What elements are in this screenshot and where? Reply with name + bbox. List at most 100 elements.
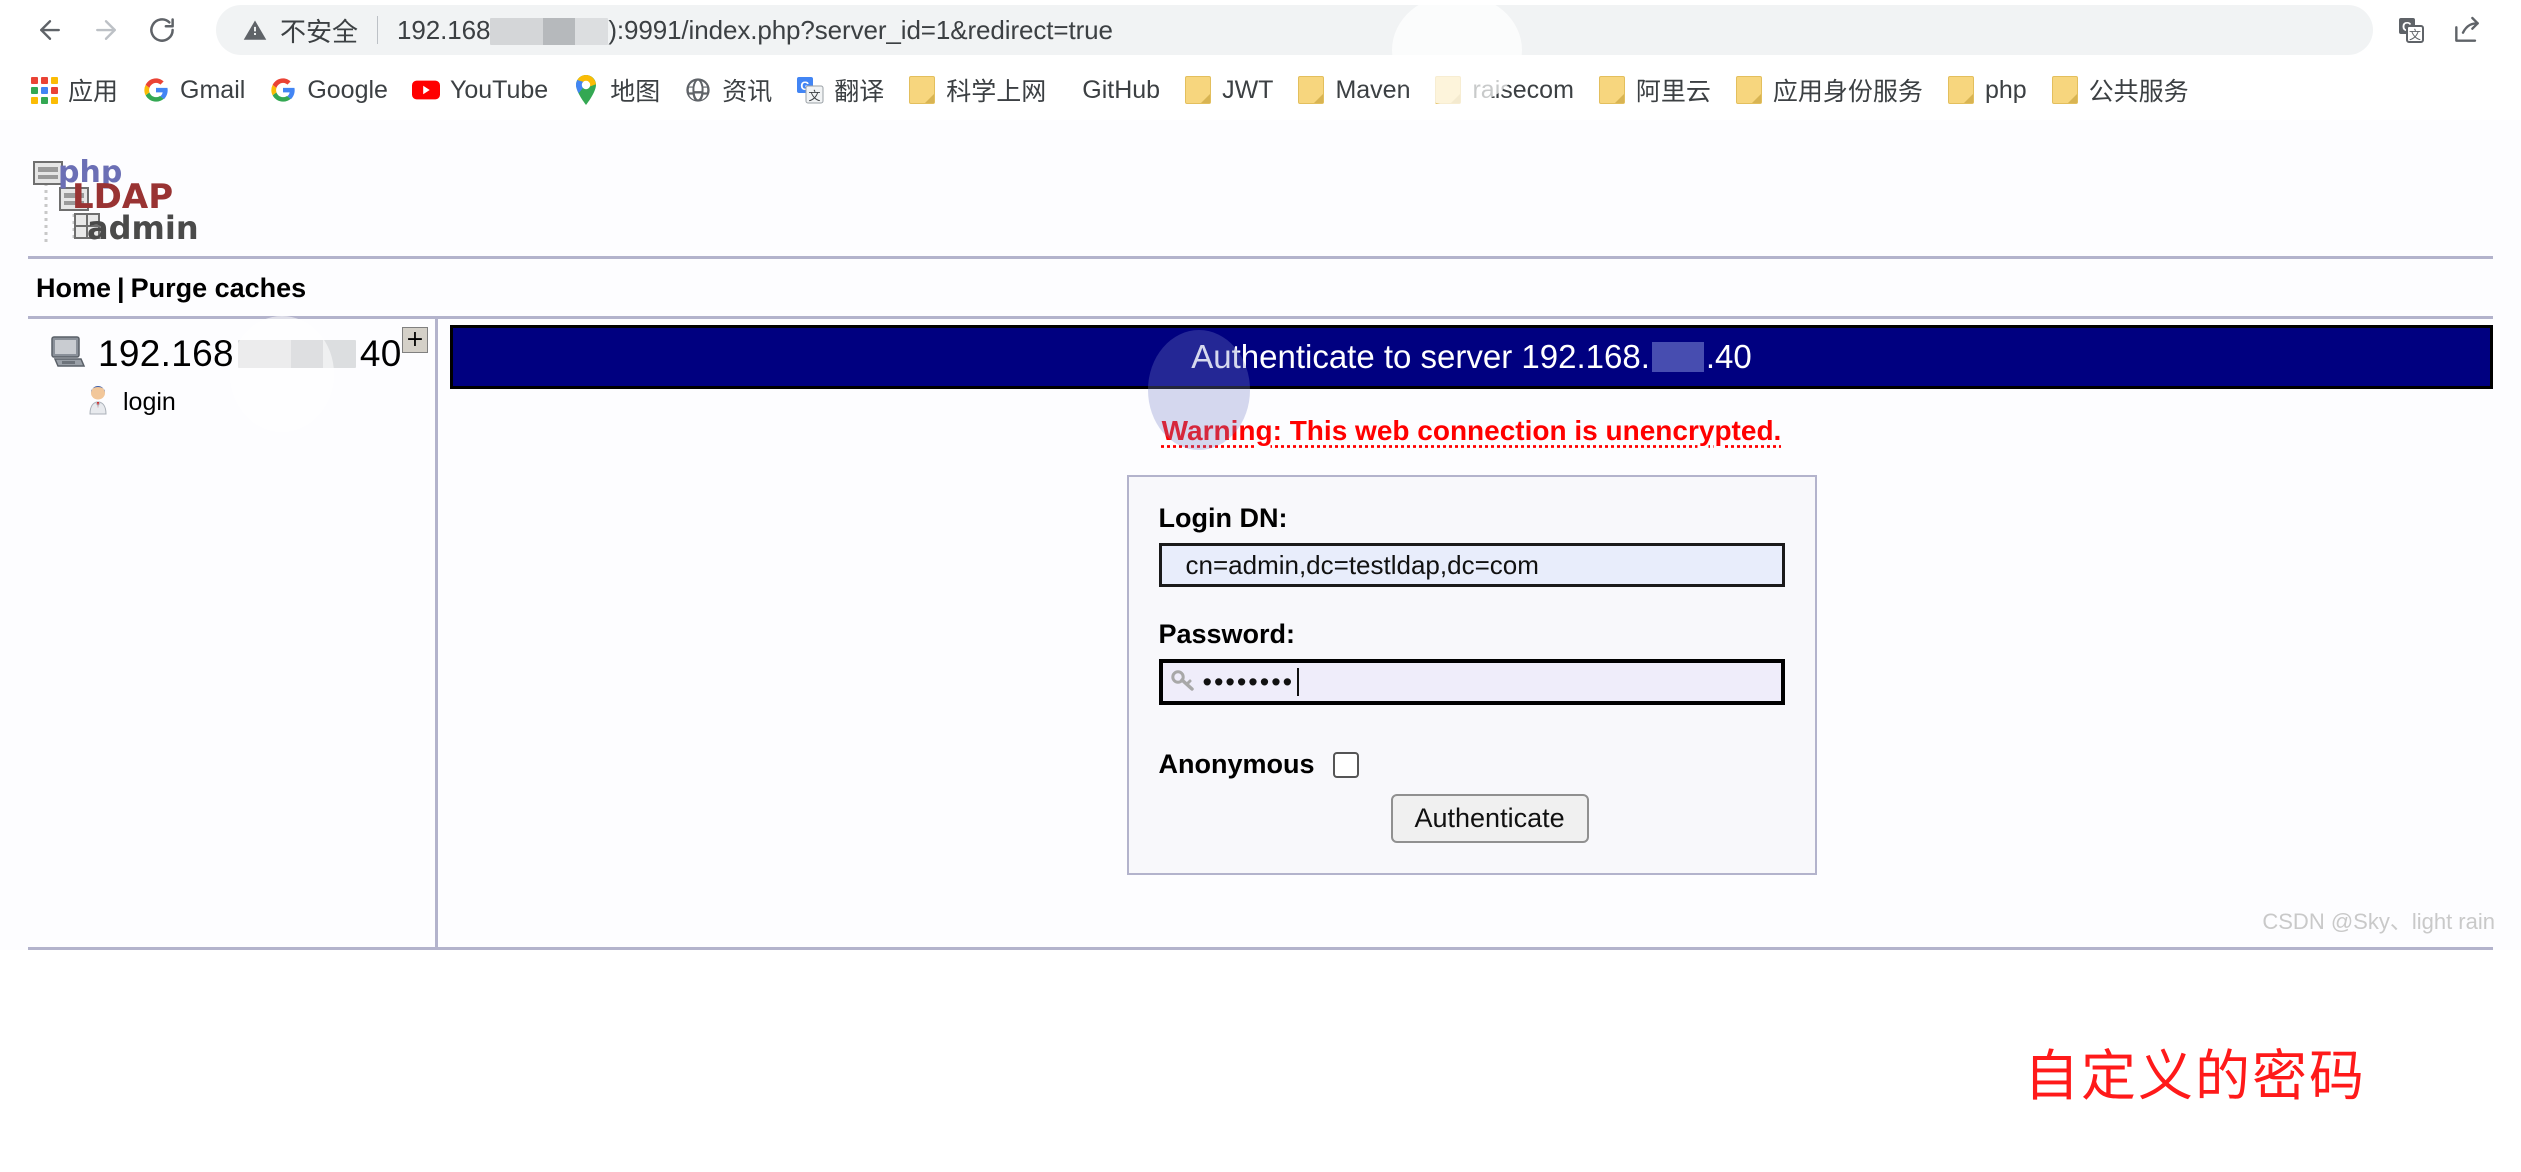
bookmark-label: raisecom [1472,75,1574,104]
folder-icon [1184,76,1212,104]
key-icon [1170,669,1197,696]
folder-icon [1598,76,1626,104]
bookmarks-bar: 应用 Gmail Google YouTube 地图 资讯 G 文 翻译 科学上… [0,60,2521,120]
reload-button[interactable] [134,2,190,58]
bookmark-folder-kexueshangwang[interactable]: 科学上网 [898,67,1056,113]
address-bar[interactable]: 不安全 192.168 ):9991/index.php?server_id=1&… [216,5,2373,55]
bookmark-news[interactable]: 资讯 [674,67,782,113]
svg-text:admin: admin [87,209,199,247]
apps-grid-icon [30,76,58,104]
bookmark-label: 地图 [610,78,661,106]
bookmark-folder-public-service[interactable]: 公共服务 [2041,67,2199,113]
phpldapadmin-page: php LDAP admin Home | Purge caches + 192… [0,120,2521,1108]
authenticate-button[interactable]: Authenticate [1390,794,1589,843]
banner-prefix: Authenticate to server 192.168. [1191,338,1650,375]
bookmark-label: Gmail [180,75,246,104]
menu-separator: | [117,273,125,303]
password-label: Password: [1158,619,1296,649]
login-dn-input[interactable]: cn=admin,dc=testldap,dc=com [1158,543,1785,587]
bookmark-folder-jwt[interactable]: JWT [1174,67,1283,113]
folder-icon [1297,76,1325,104]
sidebar-login-label: login [123,388,176,416]
bookmark-label: php [1984,75,2027,104]
bookmark-translate[interactable]: G 文 翻译 [786,67,894,113]
server-name-prefix: 192.168 [98,333,234,374]
browser-toolbar: 不安全 192.168 ):9991/index.php?server_id=1&… [0,0,2521,60]
omnibox-divider [377,16,379,44]
bookmark-label: Google [307,75,388,104]
login-dn-label: Login DN: [1158,503,1288,533]
bookmark-label: 应用 [68,78,119,106]
sidebar-item-login[interactable]: login [28,375,435,420]
bookmark-google[interactable]: Google [259,67,398,113]
share-icon[interactable] [2439,2,2495,58]
bookmark-label: 翻译 [834,78,885,106]
bookmark-label: 公共服务 [2088,78,2189,106]
google-translate-icon[interactable]: G 文 [2383,2,2439,58]
server-name-suffix: 40 [359,333,402,374]
redaction-blob-banner [1651,342,1704,372]
bookmark-gmail[interactable]: Gmail [132,67,255,113]
bookmark-label: 资讯 [722,78,773,106]
purge-caches-link[interactable]: Purge caches [131,273,307,303]
forward-button[interactable] [78,2,134,58]
google-translate-icon: G 文 [796,76,824,104]
bookmark-folder-idaas[interactable]: 应用身份服务 [1725,67,1933,113]
top-menu: Home | Purge caches [0,259,2521,316]
bookmark-folder-maven[interactable]: Maven [1287,67,1420,113]
redaction-blob-server [237,340,356,368]
bookmark-maps[interactable]: 地图 [562,67,670,113]
warning-triangle-icon[interactable] [242,17,268,43]
folder-icon [2051,76,2079,104]
app-logo: php LDAP admin [0,128,2521,250]
folder-icon [1735,76,1763,104]
globe-news-icon [684,76,712,104]
bookmark-apps[interactable]: 应用 [20,67,128,113]
bookmark-label: 阿里云 [1635,78,1711,106]
unencrypted-warning: Warning: This web connection is unencryp… [1161,415,1782,446]
svg-text:文: 文 [2409,27,2421,42]
text-caret [1297,668,1300,696]
bookmark-label: 科学上网 [946,78,1047,106]
bookmark-folder-aliyun[interactable]: 阿里云 [1588,67,1721,113]
server-tree-sidebar: + 192.168 40 login [28,319,438,947]
google-g-icon [269,76,297,104]
password-input[interactable]: •••••••• [1158,659,1785,705]
security-status-label: 不安全 [280,16,359,47]
user-login-icon [84,385,112,420]
csdn-watermark: CSDN @Sky、light rain [2262,909,2495,934]
redaction-blob-url [490,18,609,46]
back-button[interactable] [22,2,78,58]
form-spacer [1159,587,1785,619]
url-prefix: 192.168 [397,14,491,45]
svg-text:文: 文 [809,88,821,103]
bookmark-github[interactable]: GitHub [1060,67,1170,113]
server-computer-icon [50,335,86,374]
bookmark-label: 应用身份服务 [1772,78,1923,106]
bookmark-label: Maven [1335,75,1411,104]
banner-suffix: .40 [1705,338,1752,375]
google-g-icon [142,76,170,104]
content-area: + 192.168 40 login Authenticate to serve… [28,319,2493,1108]
bookmark-folder-php[interactable]: php [1937,67,2037,113]
bookmark-label: YouTube [449,75,549,104]
authenticate-button-wrap: Authenticate [1159,794,1785,843]
anonymous-row: Anonymous [1159,749,1785,780]
anonymous-checkbox[interactable] [1332,751,1359,778]
sidebar-item-server[interactable]: 192.168 40 [28,325,435,375]
folder-icon [908,76,936,104]
browser-chrome: 不安全 192.168 ):9991/index.php?server_id=1&… [0,0,2521,120]
youtube-icon [411,76,440,104]
url-suffix: ):9991/index.php?server_id=1&redirect=tr… [608,14,1113,45]
login-form: Login DN: cn=admin,dc=testldap,dc=com Pa… [1126,475,1817,875]
toolbar-right-icons: G 文 [2383,2,2495,58]
bookmark-label: GitHub [1082,75,1161,104]
plus-box-icon[interactable]: + [402,327,428,353]
content-bottom-divider [28,947,2493,950]
bookmark-folder-raisecom[interactable]: raisecom [1424,67,1583,113]
main-panel: Authenticate to server 192.168. .40 Warni… [438,319,2493,947]
folder-icon [1947,76,1975,104]
bookmark-youtube[interactable]: YouTube [402,67,558,113]
google-maps-pin-icon [572,75,600,105]
home-link[interactable]: Home [36,273,111,303]
